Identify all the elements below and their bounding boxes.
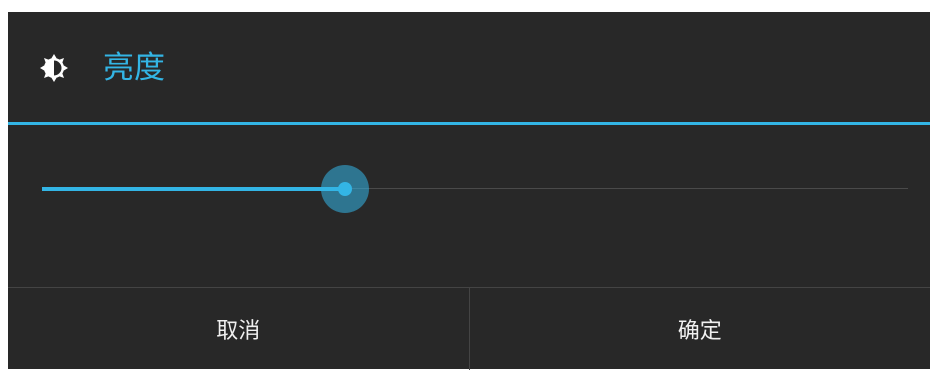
slider-fill [42, 187, 345, 191]
brightness-dialog: 亮度 取消 确定 [8, 12, 930, 369]
cancel-button[interactable]: 取消 [8, 288, 469, 370]
brightness-slider[interactable] [42, 157, 908, 221]
dialog-title: 亮度 [103, 48, 165, 88]
slider-thumb[interactable] [321, 165, 369, 213]
dialog-title-bar: 亮度 [8, 12, 930, 125]
ok-button[interactable]: 确定 [469, 288, 930, 370]
brightness-icon [40, 54, 68, 82]
dialog-button-bar: 取消 确定 [8, 287, 930, 370]
slider-thumb-dot [338, 182, 352, 196]
